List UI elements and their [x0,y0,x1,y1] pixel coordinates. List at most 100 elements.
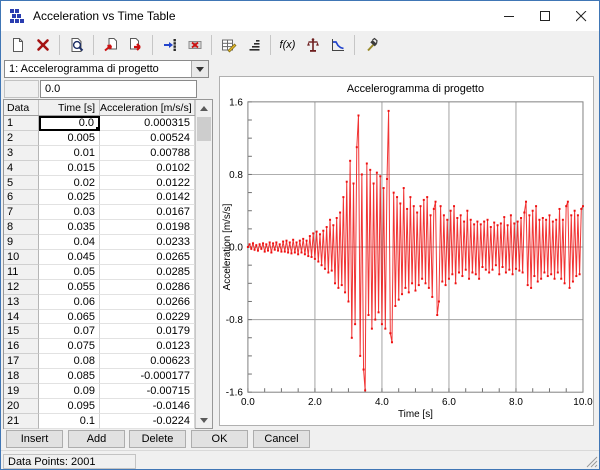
row-number-cell[interactable]: 1 [4,116,39,131]
row-number-cell[interactable]: 19 [4,384,39,399]
edit-table-button[interactable] [216,33,241,57]
time-cell[interactable]: 0.015 [39,161,100,176]
column-header-time[interactable]: Time [s] [39,100,100,115]
acceleration-cell[interactable]: 0.0265 [100,250,195,265]
maximize-button[interactable] [527,1,563,31]
acceleration-cell[interactable]: -0.0224 [100,414,195,429]
acceleration-cell[interactable]: -0.0146 [100,399,195,414]
acceleration-cell[interactable]: -0.00715 [100,384,195,399]
time-cell[interactable]: 0.065 [39,310,100,325]
add-button[interactable]: Add [68,430,125,448]
print-preview-button[interactable] [64,33,89,57]
acceleration-cell[interactable]: 0.0285 [100,265,195,280]
resize-grip[interactable] [585,455,598,468]
row-number-cell[interactable]: 10 [4,250,39,265]
acceleration-cell[interactable]: 0.0179 [100,324,195,339]
scroll-down-button[interactable] [196,412,212,428]
row-number-cell[interactable]: 20 [4,399,39,414]
acceleration-cell[interactable]: 0.000315 [100,116,195,131]
export-data-button[interactable] [123,33,148,57]
time-cell[interactable]: 0.055 [39,280,100,295]
column-header-data[interactable]: Data [4,100,39,115]
ok-button[interactable]: OK [191,430,248,448]
time-cell[interactable]: 0.07 [39,324,100,339]
acceleration-cell[interactable]: 0.00623 [100,354,195,369]
function-button[interactable]: f(x) [275,33,300,57]
row-number-cell[interactable]: 6 [4,190,39,205]
time-cell[interactable]: 0.085 [39,369,100,384]
time-cell[interactable]: 0.08 [39,354,100,369]
acceleration-cell[interactable]: 0.0167 [100,205,195,220]
row-number-cell[interactable]: 14 [4,310,39,325]
acceleration-cell[interactable]: 0.0286 [100,280,195,295]
row-number-cell[interactable]: 17 [4,354,39,369]
time-cell[interactable]: 0.02 [39,176,100,191]
series-selector-dropdown-button[interactable] [191,61,208,77]
toolbar-separator [354,35,355,55]
delete-row-button[interactable] [182,33,207,57]
sort-button[interactable] [241,33,266,57]
row-number-cell[interactable]: 11 [4,265,39,280]
row-number-cell[interactable]: 18 [4,369,39,384]
time-cell[interactable]: 0.045 [39,250,100,265]
row-number-cell[interactable]: 21 [4,414,39,429]
table-row: 200.095-0.0146 [4,399,195,414]
time-cell[interactable]: 0.04 [39,235,100,250]
row-number-cell[interactable]: 13 [4,295,39,310]
time-cell[interactable]: 0.09 [39,384,100,399]
import-data-button[interactable] [98,33,123,57]
data-points-status: Data Points: 2001 [3,454,136,469]
tools-button[interactable] [359,33,384,57]
row-number-cell[interactable]: 3 [4,146,39,161]
minimize-button[interactable] [491,1,527,31]
row-number-cell[interactable]: 12 [4,280,39,295]
time-cell[interactable]: 0.03 [39,205,100,220]
time-cell[interactable]: 0.025 [39,190,100,205]
time-cell[interactable]: 0.1 [39,414,100,429]
time-cell[interactable]: 0.05 [39,265,100,280]
row-number-cell[interactable]: 2 [4,131,39,146]
row-number-cell[interactable]: 15 [4,324,39,339]
series-selector[interactable]: 1: Accelerogramma di progetto [4,60,209,78]
time-cell[interactable]: 0.01 [39,146,100,161]
scroll-up-button[interactable] [196,100,212,116]
insert-button[interactable]: Insert [6,430,63,448]
selected-cell[interactable]: 0.0 [39,116,100,131]
acceleration-cell[interactable]: 0.0122 [100,176,195,191]
column-header-acceleration[interactable]: Acceleration [m/s/s] [100,100,195,115]
close-button[interactable] [563,1,599,31]
acceleration-cell[interactable]: -0.000177 [100,369,195,384]
time-cell[interactable]: 0.005 [39,131,100,146]
time-cell[interactable]: 0.095 [39,399,100,414]
row-number-cell[interactable]: 8 [4,220,39,235]
acceleration-cell[interactable]: 0.0233 [100,235,195,250]
time-cell[interactable]: 0.06 [39,295,100,310]
table-scrollbar[interactable] [195,100,212,428]
acceleration-cell[interactable]: 0.00524 [100,131,195,146]
row-number-cell[interactable]: 4 [4,161,39,176]
cell-editor-field[interactable]: 0.0 [40,80,197,98]
app-icon [10,9,25,24]
chart-button[interactable] [325,33,350,57]
row-number-cell[interactable]: 7 [4,205,39,220]
time-cell[interactable]: 0.075 [39,339,100,354]
row-number-cell[interactable]: 16 [4,339,39,354]
acceleration-cell[interactable]: 0.00788 [100,146,195,161]
scrollbar-thumb[interactable] [197,117,211,141]
acceleration-cell[interactable]: 0.0266 [100,295,195,310]
cancel-button[interactable]: Cancel [253,430,310,448]
delete-button[interactable]: Delete [129,430,186,448]
fill-handle[interactable] [96,127,100,131]
acceleration-cell[interactable]: 0.0198 [100,220,195,235]
new-table-button[interactable] [5,33,30,57]
row-number-cell[interactable]: 9 [4,235,39,250]
row-number-cell[interactable]: 5 [4,176,39,191]
acceleration-cell[interactable]: 0.0142 [100,190,195,205]
time-cell[interactable]: 0.035 [39,220,100,235]
delete-table-button[interactable] [30,33,55,57]
scale-button[interactable] [300,33,325,57]
insert-row-button[interactable] [157,33,182,57]
acceleration-cell[interactable]: 0.0123 [100,339,195,354]
acceleration-cell[interactable]: 0.0229 [100,310,195,325]
acceleration-cell[interactable]: 0.0102 [100,161,195,176]
